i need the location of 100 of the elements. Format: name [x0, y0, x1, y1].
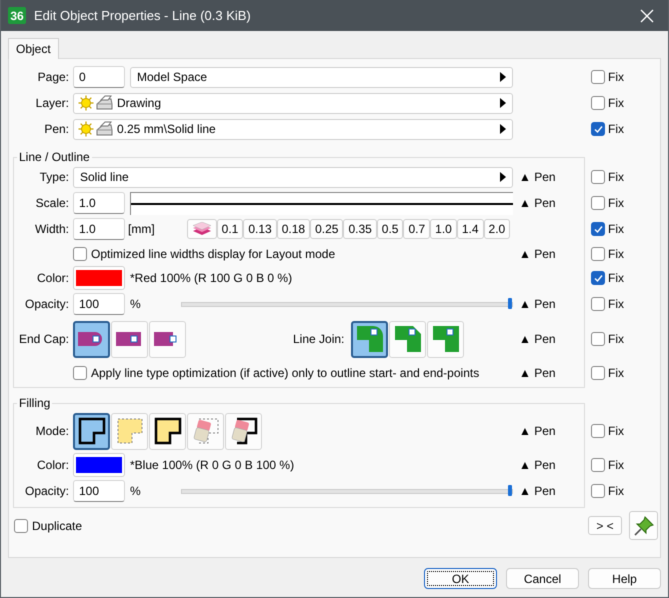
width-preset-button[interactable]: 1.0	[430, 219, 457, 239]
page-field[interactable]: 0	[73, 66, 125, 88]
layers-icon	[192, 222, 212, 236]
fix-checkbox[interactable]: Fix	[591, 424, 624, 438]
field-label: Layer:	[34, 96, 69, 110]
width-preset-button[interactable]: 0.35	[343, 219, 377, 239]
unit-label: %	[130, 484, 141, 498]
group-title: Line / Outline	[18, 150, 91, 164]
fix-checkbox[interactable]: Fix	[591, 222, 624, 236]
filled-outlined-shape-icon	[152, 416, 182, 446]
width-preset-button[interactable]: 2.0	[484, 219, 510, 239]
duplicate-checkbox[interactable]: Duplicate	[14, 518, 588, 532]
pen-reference: ▲ Pen	[518, 484, 557, 498]
option-checkbox[interactable]: Optimized line widths display for Layout mode	[73, 246, 336, 260]
line-join-button[interactable]	[351, 320, 388, 358]
width-preset-button[interactable]: 0.13	[243, 219, 277, 239]
fix-checkbox[interactable]: Fix	[591, 170, 624, 184]
color-button[interactable]	[73, 453, 125, 477]
unit-label: %	[130, 297, 141, 311]
sun-icon	[78, 95, 94, 111]
swap-button[interactable]: > <	[588, 516, 622, 535]
pen-reference: ▲ Pen	[518, 332, 557, 346]
field-label: Color:	[36, 271, 69, 285]
printer-icon	[96, 121, 113, 137]
field-label: Opacity:	[24, 297, 69, 311]
dropdown[interactable]: 0.25 mm\Solid line	[73, 118, 513, 140]
checkmark-icon	[592, 124, 604, 134]
pen-reference: ▲ Pen	[518, 297, 557, 311]
color-button[interactable]	[73, 266, 125, 290]
fix-checkbox[interactable]: Fix	[591, 70, 624, 84]
tab[interactable]: Object	[8, 38, 59, 59]
pen-reference: ▲ Pen	[518, 458, 557, 472]
width-preset-button[interactable]: 0.18	[276, 219, 310, 239]
dropdown-arrow-icon	[500, 172, 506, 182]
field-label: Line Join:	[293, 332, 344, 346]
pen-reference: ▲ Pen	[518, 366, 557, 380]
miter-join-icon	[430, 324, 461, 354]
window-title: Edit Object Properties - Line (0.3 KiB)	[34, 8, 252, 23]
dialog-button[interactable]: OK	[424, 568, 497, 589]
dropdown-arrow-icon	[500, 98, 506, 108]
dropdown[interactable]: Drawing	[73, 92, 513, 114]
fix-checkbox[interactable]: Fix	[591, 96, 624, 110]
field-label: End Cap:	[18, 332, 69, 346]
checkmark-icon	[592, 224, 604, 234]
pen-reference: ▲ Pen	[518, 246, 557, 260]
dialog-button[interactable]: Help	[588, 568, 661, 589]
printer-icon	[96, 95, 113, 111]
field-label: Mode:	[34, 424, 69, 438]
pen-reference: ▲ Pen	[518, 424, 557, 438]
field-label: Color:	[36, 458, 69, 472]
color-description: *Blue 100% (R 0 G 0 B 100 %)	[130, 458, 294, 472]
field-label: Opacity:	[24, 484, 69, 498]
pen-reference: ▲ Pen	[518, 170, 557, 184]
slider-thumb[interactable]	[508, 484, 512, 496]
fill-mode-button[interactable]	[73, 412, 110, 450]
width-field[interactable]: 1.0	[73, 218, 125, 240]
end-cap-button[interactable]	[73, 320, 110, 358]
fix-checkbox[interactable]: Fix	[591, 297, 624, 311]
opacity-field[interactable]: 100	[73, 293, 125, 315]
opacity-field[interactable]: 100	[73, 480, 125, 502]
app-logo: 36	[8, 7, 26, 24]
fix-checkbox[interactable]: Fix	[591, 246, 624, 260]
checkmark-icon	[592, 272, 604, 284]
close-icon[interactable]	[640, 8, 654, 22]
field-label: Pen:	[43, 122, 69, 136]
bevel-join-icon	[392, 324, 423, 354]
round-join-icon	[354, 324, 385, 354]
fix-checkbox[interactable]: Fix	[591, 122, 624, 136]
fix-checkbox[interactable]: Fix	[591, 366, 624, 380]
field-label: Page:	[36, 70, 69, 84]
fix-checkbox[interactable]: Fix	[591, 484, 624, 498]
fix-checkbox[interactable]: Fix	[591, 271, 624, 285]
pen-table-button[interactable]	[186, 219, 217, 239]
width-preset-button[interactable]: 0.5	[376, 219, 404, 239]
scale-field[interactable]: 1.0	[73, 192, 125, 214]
unit-label: [mm]	[128, 222, 155, 236]
width-preset-button[interactable]: 1.4	[456, 219, 484, 239]
sun-icon	[78, 121, 94, 137]
option-checkbox[interactable]: Apply line type optimization (if active) only to outline start- and end-points	[73, 366, 480, 380]
pushpin-icon	[632, 514, 654, 536]
fix-checkbox[interactable]: Fix	[591, 332, 624, 346]
filled-shape-icon	[114, 416, 144, 446]
field-label: Width:	[34, 222, 69, 236]
dropdown-arrow-icon	[500, 124, 506, 134]
color-description: *Red 100% (R 100 G 0 B 0 %)	[130, 271, 292, 285]
field-label: Type:	[38, 170, 69, 184]
width-preset-button[interactable]: 0.25	[310, 219, 344, 239]
group-title: Filling	[18, 396, 52, 410]
pin-button[interactable]	[629, 511, 658, 540]
pen-reference: ▲ Pen	[518, 196, 557, 210]
dropdown[interactable]: Model Space	[130, 66, 513, 88]
width-preset-button[interactable]: 0.7	[403, 219, 430, 239]
fix-checkbox[interactable]: Fix	[591, 196, 624, 210]
outline-shape-icon	[76, 416, 106, 446]
line-type-dropdown[interactable]: Solid line	[73, 166, 513, 188]
dropdown-arrow-icon	[500, 72, 506, 82]
width-preset-button[interactable]: 0.1	[216, 219, 244, 239]
fix-checkbox[interactable]: Fix	[591, 458, 624, 472]
dialog-button[interactable]: Cancel	[506, 568, 579, 589]
slider-thumb[interactable]	[508, 298, 512, 308]
